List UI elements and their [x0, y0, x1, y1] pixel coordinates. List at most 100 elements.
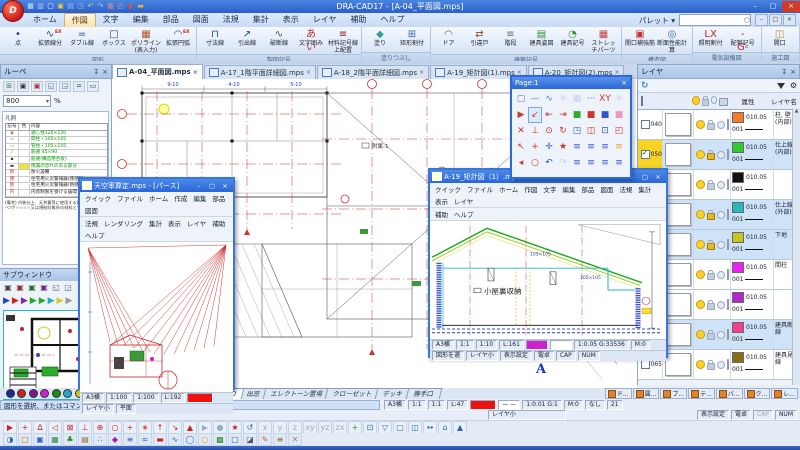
- ribbon-button[interactable]: ⇄ 引違戸: [465, 28, 494, 48]
- toolbar-icon[interactable]: ○: [198, 433, 212, 446]
- bulb-icon[interactable]: [695, 330, 705, 339]
- toolbar-icon[interactable]: □: [18, 433, 32, 446]
- menu-item[interactable]: ホーム: [146, 192, 171, 204]
- section-window[interactable]: A-19_矩計図（1）.mps – ▢ × クイック ファイル ホーム 作図 文字 編集 部品図…: [428, 168, 668, 361]
- panel-tab[interactable]: パ...: [715, 388, 743, 399]
- close-icon[interactable]: ×: [621, 79, 627, 87]
- palette-tool-icon[interactable]: ⇥: [556, 107, 570, 123]
- filter-icon[interactable]: [776, 82, 785, 89]
- layer-attributes[interactable]: 010.05 001: [731, 140, 774, 169]
- menu-item[interactable]: 部品: [578, 183, 597, 195]
- menu-item[interactable]: 法規: [616, 183, 635, 195]
- current-color-swatch[interactable]: [187, 393, 214, 403]
- printer-icon[interactable]: [726, 179, 729, 190]
- ribbon-button[interactable]: ▣ 開口補強筋: [625, 28, 655, 48]
- printer-icon[interactable]: [726, 149, 729, 160]
- menu-item[interactable]: 集計: [635, 183, 654, 195]
- layer-attributes[interactable]: 010.05 001: [731, 230, 774, 259]
- bulb-icon[interactable]: [692, 96, 700, 105]
- menu-item[interactable]: ヘルプ: [82, 229, 108, 241]
- menu-item[interactable]: 図面: [597, 183, 616, 195]
- perspective-view[interactable]: [80, 242, 233, 392]
- loupe-tool-icon[interactable]: ⊞: [3, 81, 15, 92]
- window-control-button[interactable]: ×: [782, 1, 800, 12]
- color-dot[interactable]: [28, 389, 38, 398]
- color-dot[interactable]: [6, 389, 15, 398]
- menu-item[interactable]: 表示: [165, 217, 184, 229]
- palette-tool-icon[interactable]: ≡: [584, 155, 598, 171]
- printer-icon[interactable]: [719, 98, 728, 106]
- palette-tool-icon[interactable]: ⇤: [542, 107, 556, 123]
- palette-tool-icon[interactable]: ◳: [570, 123, 584, 139]
- toolbar-icon[interactable]: ▣: [33, 433, 47, 446]
- menu-item[interactable]: 編集: [190, 192, 209, 204]
- ribbon-button[interactable]: ∿ EX 拡張線分: [35, 28, 65, 48]
- menu-item[interactable]: 集計: [146, 217, 165, 229]
- layer-color-swatch[interactable]: [732, 172, 744, 183]
- toolbar-icon[interactable]: ◑: [3, 433, 17, 446]
- toolbar-icon[interactable]: ≈: [138, 433, 152, 446]
- loupe-tool-icon[interactable]: ◲: [59, 81, 71, 92]
- subwindow-tool-icon[interactable]: ◱: [51, 283, 61, 292]
- child-window-titlebar[interactable]: 天空率算定.mps - [パース] – ▢ ×: [80, 179, 233, 192]
- panel-tab[interactable]: レ...: [771, 388, 798, 399]
- section-view[interactable]: 小屋裏収納 105×105 105×105: [430, 221, 666, 339]
- ribbon-tab[interactable]: 法規: [216, 13, 246, 27]
- panel-tab[interactable]: ク...: [743, 388, 771, 399]
- palette-tool-icon[interactable]: ≡: [570, 139, 584, 155]
- current-color-swatch[interactable]: [525, 340, 548, 350]
- printer-icon[interactable]: [726, 359, 729, 370]
- ribbon-button[interactable]: ≡ 材料記号線上配置: [328, 28, 358, 54]
- tab-close-icon[interactable]: ×: [193, 69, 198, 76]
- menu-item[interactable]: ファイル: [464, 183, 496, 195]
- ribbon-button[interactable]: □ ボックス: [99, 28, 129, 48]
- document-tab[interactable]: A-18_2階平面詳細図.mps ×: [316, 65, 430, 79]
- palette-tool-icon[interactable]: —: [528, 91, 542, 107]
- color-dot[interactable]: [17, 389, 27, 398]
- palette-tool-icon[interactable]: ✛: [542, 139, 556, 155]
- lock-icon[interactable]: [706, 209, 715, 220]
- palette-menu-button[interactable]: パレット ▾: [639, 15, 675, 26]
- display-settings-button[interactable]: 表示設定: [696, 410, 729, 420]
- ribbon-button[interactable]: ◫ 開口: [765, 28, 795, 48]
- tab-close-icon[interactable]: ×: [419, 69, 424, 76]
- ribbon-button[interactable]: ▦ ポリライン(表入力): [131, 28, 161, 54]
- ribbon-button[interactable]: LX 照明割付: [696, 28, 726, 48]
- palette-tool-icon[interactable]: ▶: [514, 107, 528, 123]
- toolbar-icon[interactable]: ✎: [258, 433, 272, 446]
- toolbar-icon[interactable]: ▩: [213, 433, 227, 446]
- globe-icon[interactable]: [716, 150, 725, 159]
- palette-tool-icon[interactable]: ★: [556, 139, 570, 155]
- toolbar-icon[interactable]: ✕: [288, 433, 302, 446]
- palette-tool-icon[interactable]: ⊥: [528, 123, 542, 139]
- calculator-button[interactable]: 電卓: [731, 410, 752, 420]
- lock-icon[interactable]: [706, 269, 715, 280]
- ribbon-tab[interactable]: 表示: [276, 13, 306, 27]
- palette-tool-icon[interactable]: +: [528, 139, 542, 155]
- bulb-icon[interactable]: [695, 150, 705, 159]
- ribbon-button[interactable]: ▦ ストレッチパーツ: [589, 28, 618, 54]
- lock-icon[interactable]: [706, 149, 715, 160]
- palette-tool-icon[interactable]: ↻: [556, 123, 570, 139]
- color-dot[interactable]: [63, 389, 73, 398]
- mdi-control-button[interactable]: ×: [783, 14, 796, 26]
- palette-tool-icon[interactable]: ↙: [528, 107, 542, 123]
- menu-item[interactable]: クイック: [82, 192, 114, 204]
- toolbar-icon[interactable]: ▦: [48, 433, 62, 446]
- view-arrow-icon[interactable]: ▶: [12, 296, 19, 306]
- view-arrow-icon[interactable]: ▶: [21, 296, 28, 306]
- lock-icon[interactable]: [706, 359, 715, 370]
- palette-tool-icon[interactable]: ■: [584, 107, 598, 123]
- layer-checkbox[interactable]: [641, 149, 650, 159]
- palette-tool-icon[interactable]: ▢: [514, 91, 528, 107]
- palette-tool-icon[interactable]: ≡: [612, 155, 626, 171]
- bulb-icon[interactable]: [695, 210, 705, 219]
- globe-icon[interactable]: [716, 120, 725, 129]
- menu-item[interactable]: レイヤ: [451, 195, 476, 207]
- ribbon-button[interactable]: • 点: [3, 28, 33, 48]
- palette-titlebar[interactable]: Page:1 ×: [512, 77, 630, 89]
- globe-icon[interactable]: [716, 180, 725, 189]
- loupe-tool-icon[interactable]: ▣: [17, 81, 29, 92]
- ribbon-button[interactable]: ↗ 引出線: [232, 28, 262, 48]
- globe-icon[interactable]: [716, 210, 725, 219]
